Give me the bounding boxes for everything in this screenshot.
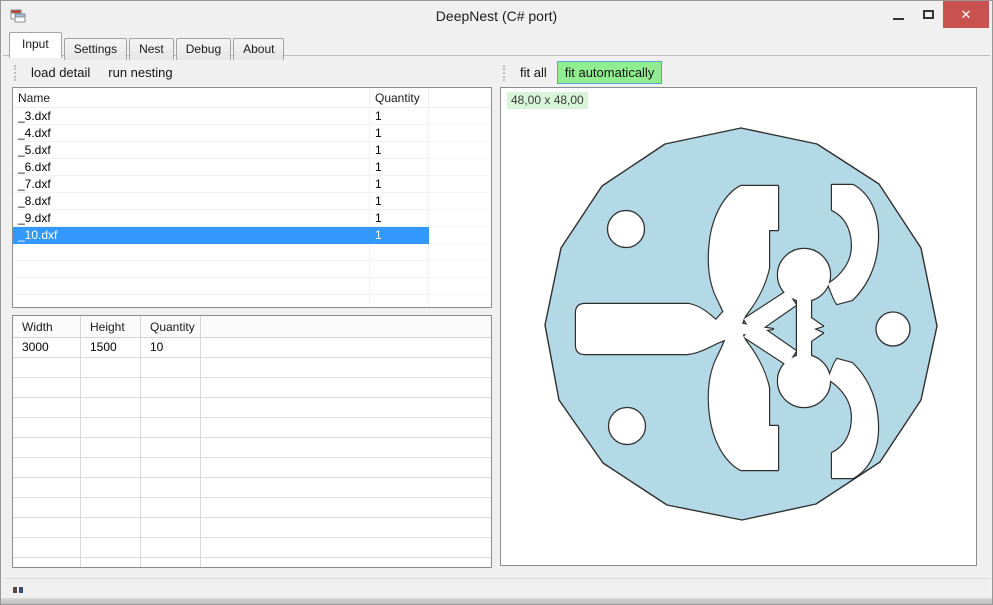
window-title: DeepNest (C# port) [1, 1, 992, 31]
app-window: DeepNest (C# port) ✕ InputSettingsNestDe… [0, 0, 993, 605]
close-button[interactable]: ✕ [943, 1, 989, 28]
parts-list-row[interactable]: _3.dxf1 [13, 108, 491, 125]
tab-about[interactable]: About [233, 38, 284, 60]
column-header-quantity[interactable]: Quantity [370, 88, 429, 107]
column-header-height[interactable]: Height [81, 316, 141, 337]
column-header-name[interactable]: Name [13, 88, 370, 107]
toolbar-grip-icon [14, 65, 17, 81]
parts-list-empty-row [13, 278, 491, 295]
load-detail-button[interactable]: load detail [23, 61, 98, 84]
minimize-button[interactable] [883, 1, 913, 28]
toolbar-grip-icon [503, 65, 506, 81]
hole-bottom-left [609, 408, 646, 445]
parts-toolbar: load detail run nesting [11, 59, 494, 86]
sheets-table-empty-row[interactable] [13, 478, 491, 498]
maximize-button[interactable] [913, 1, 943, 28]
parts-list-empty-row [13, 244, 491, 261]
maximize-icon [923, 10, 934, 19]
sheets-table-empty-row[interactable] [13, 418, 491, 438]
fit-automatically-toggle[interactable]: fit automatically [557, 61, 663, 84]
window-bottom-edge [1, 598, 992, 604]
sheets-table-empty-row[interactable] [13, 538, 491, 558]
parts-list-row[interactable]: _7.dxf1 [13, 176, 491, 193]
sheets-table-empty-row[interactable] [13, 518, 491, 538]
preview-toolbar: fit all fit automatically [500, 59, 977, 86]
sheets-table-header: Width Height Quantity [13, 316, 491, 338]
hole-top-left [608, 211, 645, 248]
tab-nest[interactable]: Nest [129, 38, 174, 60]
status-bar [3, 578, 990, 600]
fit-all-button[interactable]: fit all [512, 61, 555, 84]
parts-list-row[interactable]: _8.dxf1 [13, 193, 491, 210]
container-grip-icon [13, 587, 23, 593]
parts-list-row[interactable]: _6.dxf1 [13, 159, 491, 176]
parts-list-body: _3.dxf1_4.dxf1_5.dxf1_6.dxf1_7.dxf1_8.dx… [13, 108, 491, 308]
parts-list-row[interactable]: _5.dxf1 [13, 142, 491, 159]
preview-canvas[interactable]: 48,00 x 48,00 [500, 87, 977, 566]
sheets-table-empty-row[interactable] [13, 438, 491, 458]
tab-debug[interactable]: Debug [176, 38, 231, 60]
sheets-table-empty-row[interactable] [13, 498, 491, 518]
app-icon [10, 8, 26, 24]
parts-list-header: Name Quantity [13, 88, 491, 108]
tab-input[interactable]: Input [9, 32, 62, 58]
parts-list-row[interactable]: _4.dxf1 [13, 125, 491, 142]
column-header-width[interactable]: Width [13, 316, 81, 337]
column-header-quantity[interactable]: Quantity [141, 316, 201, 337]
parts-list-empty-row [13, 261, 491, 278]
sheets-table-body: 3000150010 [13, 338, 491, 568]
parts-list-row[interactable]: _9.dxf1 [13, 210, 491, 227]
parts-list-row[interactable]: _10.dxf1 [13, 227, 491, 244]
sheets-table-empty-row[interactable] [13, 558, 491, 568]
tab-settings[interactable]: Settings [64, 38, 127, 60]
run-nesting-button[interactable]: run nesting [100, 61, 180, 84]
parts-list: Name Quantity _3.dxf1_4.dxf1_5.dxf1_6.dx… [12, 87, 492, 308]
sheets-table-empty-row[interactable] [13, 358, 491, 378]
hole-right [876, 312, 910, 346]
sheets-table-row[interactable]: 3000150010 [13, 338, 491, 358]
sheets-table-empty-row[interactable] [13, 378, 491, 398]
sheets-table: Width Height Quantity 3000150010 [12, 315, 492, 568]
tab-strip: InputSettingsNestDebugAbout [9, 32, 984, 56]
minimize-icon [893, 18, 904, 20]
parts-list-empty-row [13, 295, 491, 308]
part-preview-drawing [501, 88, 976, 565]
title-bar[interactable]: DeepNest (C# port) ✕ [1, 1, 992, 31]
part-size-label: 48,00 x 48,00 [507, 92, 588, 109]
close-icon: ✕ [961, 7, 972, 23]
sheets-table-empty-row[interactable] [13, 398, 491, 418]
sheets-table-empty-row[interactable] [13, 458, 491, 478]
